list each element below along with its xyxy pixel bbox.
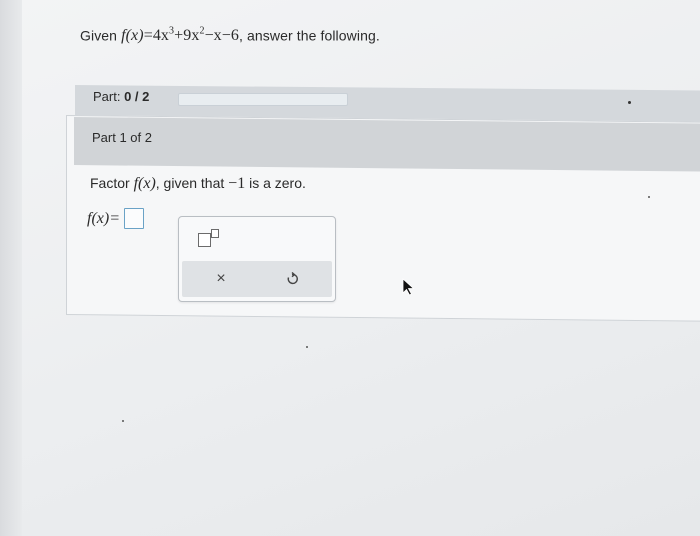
answer-lhs: f(x)=: [87, 209, 120, 227]
question-suffix: is a zero.: [249, 175, 306, 191]
part-header: [74, 117, 700, 172]
equals-sign: =: [143, 27, 153, 45]
mouse-pointer-icon: [402, 278, 415, 296]
exponent-base-box: [198, 233, 211, 247]
progress-label-text: Part:: [93, 89, 121, 104]
given-suffix: , answer the following.: [239, 27, 380, 44]
undo-button[interactable]: [277, 267, 307, 291]
zero-value: −1: [228, 175, 246, 192]
exponent-power-box: [211, 229, 219, 238]
answer-row: f(x)=: [87, 208, 144, 229]
clear-button[interactable]: ×: [206, 267, 236, 291]
progress-value: 0 / 2: [124, 89, 150, 104]
problem-equation: f(x)=4x3+9x2−x−6: [121, 26, 240, 45]
screen-speck: [306, 346, 308, 348]
math-toolpanel: ×: [178, 216, 336, 302]
given-function: f(x): [121, 27, 144, 45]
term-linear-constant: −x−6: [204, 27, 240, 45]
progress-label: Part: 0 / 2: [93, 89, 149, 104]
answer-input[interactable]: [124, 208, 144, 229]
progress-track: [178, 93, 348, 106]
exponent-template-icon[interactable]: [198, 229, 222, 247]
term-quadratic: +9x: [174, 27, 200, 45]
toolpanel-actions: ×: [182, 261, 332, 297]
term-cubic: 4x: [152, 27, 170, 45]
part-question: Factor f(x), given that −1 is a zero.: [90, 175, 306, 193]
screen-speck: [648, 196, 650, 198]
question-middle: , given that: [155, 175, 225, 191]
given-prefix: Given: [80, 27, 118, 44]
undo-icon: [287, 272, 298, 285]
menu-dot-icon[interactable]: [628, 101, 631, 104]
x-icon: ×: [216, 270, 226, 287]
question-prefix: Factor: [90, 175, 130, 191]
screen-speck: [122, 420, 124, 422]
question-function: f(x): [133, 175, 156, 192]
problem-statement: Given f(x)=4x3+9x2−x−6, answer the follo…: [80, 26, 380, 45]
screen-left-edge: [0, 0, 22, 536]
part-title: Part 1 of 2: [92, 130, 152, 145]
